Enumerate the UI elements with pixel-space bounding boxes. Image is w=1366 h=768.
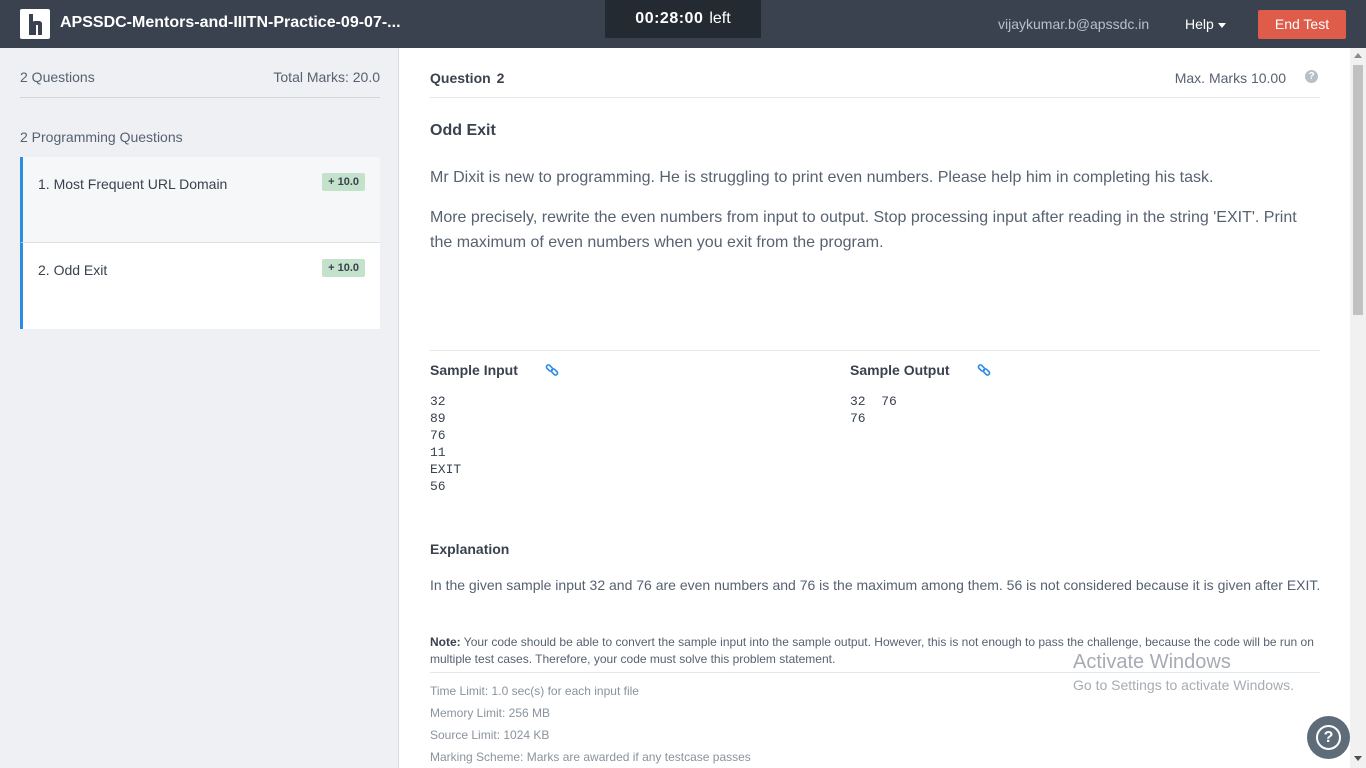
- total-marks: Total Marks: 20.0: [273, 69, 380, 85]
- sidebar-item-label: 1. Most Frequent URL Domain: [38, 176, 228, 192]
- problem-paragraph: More precisely, rewrite the even numbers…: [430, 209, 1297, 251]
- main-scrollbar[interactable]: [1350, 48, 1366, 768]
- help-menu-button[interactable]: Help: [1185, 0, 1226, 48]
- section-label: 2 Programming Questions: [20, 129, 183, 145]
- caret-down-icon: [1217, 22, 1226, 28]
- end-test-button[interactable]: End Test: [1258, 10, 1346, 39]
- explanation-text: In the given sample input 32 and 76 are …: [430, 577, 1321, 593]
- floating-help-button[interactable]: ?: [1307, 716, 1350, 759]
- timer-suffix: left: [709, 10, 731, 27]
- question-count: 2 Questions: [20, 69, 95, 85]
- problem-paragraph: Mr Dixit is new to programming. He is st…: [430, 169, 1214, 186]
- watermark-subtitle: Go to Settings to activate Windows.: [1073, 677, 1294, 693]
- sample-input-block: 32 89 76 11 EXIT 56: [430, 394, 462, 494]
- sidebar-item-odd-exit[interactable]: 2. Odd Exit + 10.0: [20, 243, 380, 329]
- contest-title: APSSDC-Mentors-and-IIITN-Practice-09-07-…: [60, 14, 401, 31]
- copy-input-link-icon[interactable]: [545, 363, 559, 377]
- question-num-value: 2: [496, 70, 505, 86]
- sample-output-heading: Sample Output: [850, 362, 950, 378]
- scroll-down-arrow-icon[interactable]: [1354, 756, 1362, 761]
- marks-badge: + 10.0: [322, 173, 365, 191]
- copy-output-link-icon[interactable]: [977, 363, 991, 377]
- time-limit: Time Limit: 1.0 sec(s) for each input fi…: [430, 684, 639, 698]
- top-bar: APSSDC-Mentors-and-IIITN-Practice-09-07-…: [0, 0, 1366, 48]
- question-header: Question 2 Max. Marks 10.00 ?: [430, 48, 1320, 98]
- source-limit: Source Limit: 1024 KB: [430, 728, 550, 742]
- activate-windows-watermark: Activate Windows Go to Settings to activ…: [1073, 650, 1294, 696]
- sidebar-item-label: 2. Odd Exit: [38, 262, 108, 278]
- countdown-timer: 00:28:00 left: [605, 0, 761, 38]
- sidebar-header: 2 Questions Total Marks: 20.0: [20, 48, 380, 98]
- problem-title: Odd Exit: [430, 122, 496, 139]
- question-circle-icon[interactable]: ?: [1305, 70, 1318, 83]
- sidebar-item-most-frequent-url-domain[interactable]: 1. Most Frequent URL Domain + 10.0: [20, 157, 380, 243]
- memory-limit: Memory Limit: 256 MB: [430, 706, 551, 720]
- max-marks: Max. Marks 10.00: [1174, 70, 1286, 86]
- question-sidebar: 2 Questions Total Marks: 20.0 2 Programm…: [0, 48, 399, 768]
- question-label: Question: [430, 70, 491, 86]
- note-label: Note:: [430, 635, 461, 649]
- timer-value: 00:28:00: [635, 10, 704, 27]
- user-email[interactable]: vijaykumar.b@apssdc.in: [998, 0, 1149, 48]
- scroll-up-arrow-icon[interactable]: [1354, 53, 1362, 58]
- help-circle-icon: ?: [1316, 725, 1341, 750]
- sample-input-heading: Sample Input: [430, 362, 518, 378]
- marks-badge: + 10.0: [322, 259, 365, 277]
- marking-scheme: Marking Scheme: Marks are awarded if any…: [430, 750, 751, 764]
- section-divider: [430, 350, 1320, 351]
- watermark-title: Activate Windows: [1073, 651, 1231, 673]
- scroll-thumb[interactable]: [1353, 65, 1363, 315]
- explanation-heading: Explanation: [430, 541, 510, 557]
- sample-output-block: 32 76 76: [850, 394, 897, 426]
- hackerearth-logo-icon[interactable]: [20, 9, 50, 39]
- help-menu-label: Help: [1185, 16, 1214, 32]
- logo-arch: [32, 21, 42, 35]
- question-number: Question 2: [430, 70, 504, 86]
